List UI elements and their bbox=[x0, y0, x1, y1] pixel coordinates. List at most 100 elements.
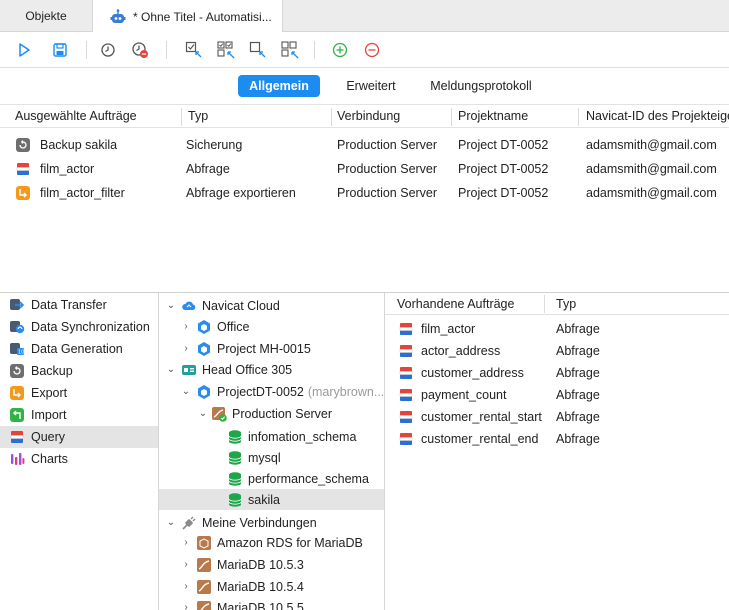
tree-node-database[interactable]: infomation_schema bbox=[159, 426, 384, 447]
query-icon bbox=[16, 163, 30, 175]
column-selected-jobs[interactable]: Ausgewählte Aufträge bbox=[15, 105, 175, 129]
list-item[interactable]: customer_rental_end Abfrage bbox=[385, 428, 729, 450]
chevron-down-icon[interactable]: ⌄ bbox=[165, 364, 177, 376]
table-row[interactable]: film_actor Abfrage Production Server Pro… bbox=[0, 157, 729, 181]
cloud-icon bbox=[182, 301, 196, 310]
tree-node-navicat-cloud[interactable]: ⌄ Navicat Cloud bbox=[159, 295, 384, 316]
chevron-down-icon[interactable]: ⌄ bbox=[165, 517, 177, 529]
category-label: Export bbox=[31, 386, 68, 400]
tree-node-database[interactable]: performance_schema bbox=[159, 468, 384, 489]
tree-node-project-mh[interactable]: › Project MH-0015 bbox=[159, 338, 384, 359]
column-divider[interactable] bbox=[578, 108, 579, 126]
chevron-right-icon[interactable]: › bbox=[180, 581, 192, 593]
list-item[interactable]: customer_address Abfrage bbox=[385, 362, 729, 384]
category-data-transfer[interactable]: Data Transfer bbox=[0, 294, 158, 316]
export-icon bbox=[16, 186, 30, 200]
column-connection[interactable]: Verbindung bbox=[337, 105, 447, 129]
tab-advanced[interactable]: Erweitert bbox=[336, 75, 406, 97]
tree-label: infomation_schema bbox=[248, 429, 357, 444]
category-label: Query bbox=[31, 430, 66, 444]
chevron-right-icon[interactable]: › bbox=[180, 559, 192, 571]
list-item[interactable]: actor_address Abfrage bbox=[385, 340, 729, 362]
column-type[interactable]: Typ bbox=[188, 105, 326, 129]
select-button[interactable] bbox=[184, 40, 204, 60]
chevron-down-icon[interactable]: ⌄ bbox=[197, 408, 209, 420]
delete-schedule-button[interactable] bbox=[130, 40, 150, 60]
tree-label: ProjectDT-0052 bbox=[217, 384, 304, 399]
chevron-down-icon[interactable]: ⌄ bbox=[180, 386, 192, 398]
tab-automation-label: * Ohne Titel - Automatisi... bbox=[133, 9, 272, 24]
job-connection: Production Server bbox=[337, 162, 438, 176]
chevron-right-icon[interactable]: › bbox=[180, 343, 192, 355]
run-button[interactable] bbox=[14, 40, 34, 60]
chevron-right-icon[interactable]: › bbox=[180, 602, 192, 610]
list-item[interactable]: film_actor Abfrage bbox=[385, 318, 729, 340]
chevron-right-icon[interactable]: › bbox=[180, 537, 192, 549]
category-query[interactable]: Query bbox=[0, 426, 158, 448]
save-button[interactable] bbox=[50, 40, 70, 60]
chevron-down-icon[interactable]: ⌄ bbox=[165, 300, 177, 312]
deselect-button[interactable] bbox=[248, 40, 268, 60]
remove-button[interactable] bbox=[362, 40, 382, 60]
tree-node-head-office[interactable]: ⌄ Head Office 305 bbox=[159, 359, 384, 380]
deselect-all-button[interactable] bbox=[280, 40, 300, 60]
tree-node-office[interactable]: › Office bbox=[159, 316, 384, 337]
category-charts[interactable]: Charts bbox=[0, 448, 158, 470]
category-backup[interactable]: Backup bbox=[0, 360, 158, 382]
category-label: Backup bbox=[31, 364, 73, 378]
tree-node-my-connections[interactable]: ⌄ Meine Verbindungen bbox=[159, 512, 384, 533]
tree-node-connection[interactable]: › MariaDB 10.5.3 bbox=[159, 554, 384, 575]
tree-node-production-server[interactable]: ⌄ Production Server bbox=[159, 403, 384, 424]
category-data-sync[interactable]: Data Synchronization bbox=[0, 316, 158, 338]
column-available-jobs[interactable]: Vorhandene Aufträge bbox=[397, 293, 514, 315]
query-icon bbox=[399, 367, 413, 379]
table-row[interactable]: film_actor_filter Abfrage exportieren Pr… bbox=[0, 181, 729, 205]
table-row[interactable]: Backup sakila Sicherung Production Serve… bbox=[0, 133, 729, 157]
project-icon bbox=[198, 341, 210, 356]
category-label: Data Synchronization bbox=[31, 320, 150, 334]
save-icon bbox=[53, 43, 67, 57]
chevron-right-icon[interactable]: › bbox=[180, 321, 192, 333]
data-generation-icon: 10 bbox=[10, 343, 24, 356]
column-divider[interactable] bbox=[181, 108, 182, 126]
tree-node-connection[interactable]: › MariaDB 10.5.5 bbox=[159, 597, 384, 610]
amazon-rds-icon bbox=[197, 535, 211, 550]
category-label: Import bbox=[31, 408, 67, 422]
tree-node-connection[interactable]: › Amazon RDS for MariaDB bbox=[159, 532, 384, 553]
column-divider[interactable] bbox=[544, 295, 545, 313]
column-project-name[interactable]: Projektname bbox=[458, 105, 573, 129]
column-owner-id[interactable]: Navicat-ID des Projekteigentümers bbox=[586, 105, 729, 129]
job-owner: adamsmith@gmail.com bbox=[586, 162, 717, 176]
column-divider[interactable] bbox=[451, 108, 452, 126]
category-data-generation[interactable]: 10 Data Generation bbox=[0, 338, 158, 360]
job-category-list: Data Transfer Data Synchronization 10 Da… bbox=[0, 293, 159, 610]
available-job-name: film_actor bbox=[421, 322, 476, 336]
job-name: film_actor_filter bbox=[40, 186, 125, 200]
tab-log[interactable]: Meldungsprotokoll bbox=[420, 75, 542, 97]
category-export[interactable]: Export bbox=[0, 382, 158, 404]
tree-node-project-dt[interactable]: ⌄ ProjectDT-0052 (marybrown... bbox=[159, 381, 384, 402]
category-import[interactable]: Import bbox=[0, 404, 158, 426]
column-available-type[interactable]: Typ bbox=[556, 293, 576, 315]
project-icon bbox=[198, 384, 210, 399]
column-divider[interactable] bbox=[331, 108, 332, 126]
tree-label: sakila bbox=[248, 492, 280, 507]
database-icon bbox=[228, 492, 242, 507]
list-item[interactable]: customer_rental_start Abfrage bbox=[385, 406, 729, 428]
available-job-type: Abfrage bbox=[556, 322, 600, 336]
data-transfer-icon bbox=[10, 299, 25, 310]
job-connection: Production Server bbox=[337, 186, 438, 200]
tab-objects[interactable]: Objekte bbox=[0, 0, 93, 32]
select-all-button[interactable] bbox=[216, 40, 236, 60]
tree-node-database[interactable]: mysql bbox=[159, 447, 384, 468]
tab-general[interactable]: Allgemein bbox=[238, 75, 320, 97]
job-type: Abfrage bbox=[186, 162, 230, 176]
tree-label: Office bbox=[217, 319, 250, 334]
tab-automation[interactable]: * Ohne Titel - Automatisi... bbox=[93, 0, 283, 33]
tree-node-connection[interactable]: › MariaDB 10.5.4 bbox=[159, 576, 384, 597]
tree-label: Head Office 305 bbox=[202, 362, 293, 377]
list-item[interactable]: payment_count Abfrage bbox=[385, 384, 729, 406]
tree-node-database-selected[interactable]: sakila bbox=[159, 489, 384, 510]
add-button[interactable] bbox=[330, 40, 350, 60]
schedule-button[interactable] bbox=[98, 40, 118, 60]
